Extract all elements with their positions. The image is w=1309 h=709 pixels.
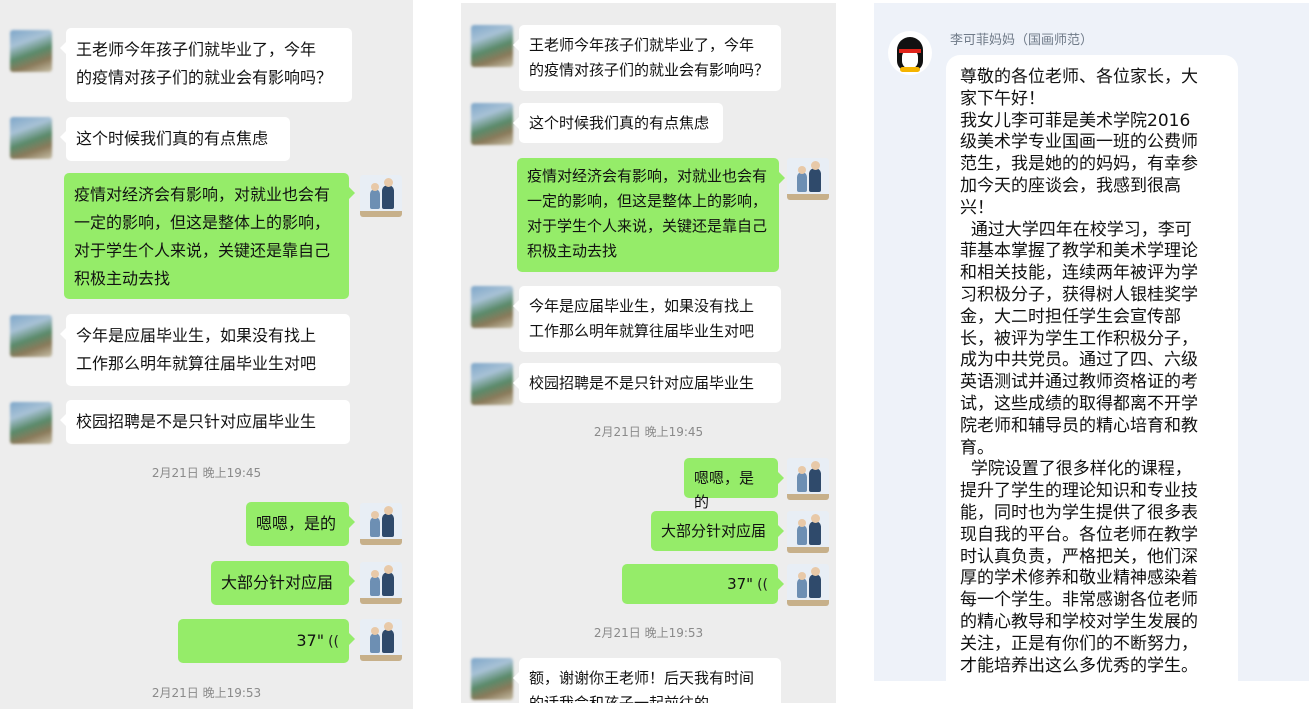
message-bubble[interactable]: 这个时候我们真的有点焦虑 (60, 117, 290, 161)
contact-avatar[interactable] (10, 117, 52, 159)
voice-duration: 37" (296, 631, 325, 650)
self-avatar[interactable] (360, 175, 402, 217)
voice-duration: 37" (727, 575, 754, 593)
timestamp: 2月21日 晚上19:45 (151, 466, 262, 480)
self-avatar[interactable] (360, 619, 402, 661)
message-bubble[interactable]: 今年是应届毕业生，如果没有找上 工作那么明年就算往届毕业生对吧 (513, 286, 781, 352)
sender-name: 李可菲妈妈（国画师范） (950, 33, 1094, 48)
voice-icon: (( (757, 577, 768, 593)
timestamp: 2月21日 晚上19:45 (593, 425, 704, 439)
self-avatar[interactable] (787, 158, 829, 200)
contact-avatar[interactable] (471, 103, 513, 145)
contact-avatar[interactable] (471, 363, 513, 405)
qq-chat-panel: 李可菲妈妈（国画师范） 尊敬的各位老师、各位家长，大 家下午好！ 我女儿李可菲是… (874, 3, 1309, 681)
message-bubble[interactable]: 嗯嗯，是的 (684, 458, 784, 511)
penguin-icon[interactable] (888, 31, 932, 75)
timestamp: 2月21日 晚上19:53 (151, 686, 262, 700)
message-bubble[interactable]: 疫情对经济会有影响，对就业也会有 一定的影响，但这是整体上的影响， 对于学生个人… (64, 173, 355, 299)
self-avatar[interactable] (787, 458, 829, 500)
message-bubble[interactable]: 疫情对经济会有影响，对就业也会有 一定的影响，但这是整体上的影响， 对于学生个人… (517, 158, 785, 272)
message-bubble[interactable]: 校园招聘是不是只针对应届毕业生 (60, 400, 350, 444)
self-avatar[interactable] (787, 511, 829, 553)
timestamp: 2月21日 晚上19:53 (593, 626, 704, 640)
message-bubble[interactable]: 王老师今年孩子们就毕业了，今年 的疫情对孩子们的就业会有影响吗？ (513, 25, 781, 91)
message-bubble[interactable]: 大部分针对应届 (651, 511, 784, 551)
self-avatar[interactable] (787, 564, 829, 606)
voice-icon: (( (328, 634, 339, 650)
message-bubble[interactable]: 尊敬的各位老师、各位家长，大 家下午好！ 我女儿李可菲是美术学院2016 级美术… (946, 55, 1238, 681)
chat-panel-2: 王老师今年孩子们就毕业了，今年 的疫情对孩子们的就业会有影响吗？ 这个时候我们真… (461, 3, 836, 703)
self-avatar[interactable] (360, 503, 402, 545)
message-bubble[interactable]: 这个时候我们真的有点焦虑 (513, 103, 723, 143)
message-bubble[interactable]: 大部分针对应届 (211, 561, 355, 605)
contact-avatar[interactable] (10, 30, 52, 72)
contact-avatar[interactable] (471, 25, 513, 67)
message-bubble[interactable]: 嗯嗯，是的 (246, 502, 355, 546)
message-bubble[interactable]: 额，谢谢你王老师！后天我有时间 的话我会和孩子一起前往的 (513, 658, 781, 703)
contact-avatar[interactable] (471, 658, 513, 700)
chat-panel-1: 王老师今年孩子们就毕业了，今年 的疫情对孩子们的就业会有影响吗？ 这个时候我们真… (0, 0, 413, 709)
self-avatar[interactable] (360, 562, 402, 604)
contact-avatar[interactable] (10, 315, 52, 357)
message-bubble[interactable]: 王老师今年孩子们就毕业了，今年 的疫情对孩子们的就业会有影响吗？ (60, 28, 352, 102)
voice-message[interactable]: 37"(( (622, 564, 784, 604)
message-bubble[interactable]: 今年是应届毕业生，如果没有找上 工作那么明年就算往届毕业生对吧 (60, 314, 350, 386)
voice-message[interactable]: 37"(( (178, 619, 355, 663)
contact-avatar[interactable] (10, 402, 52, 444)
message-bubble[interactable]: 校园招聘是不是只针对应届毕业生 (513, 363, 781, 403)
contact-avatar[interactable] (471, 286, 513, 328)
